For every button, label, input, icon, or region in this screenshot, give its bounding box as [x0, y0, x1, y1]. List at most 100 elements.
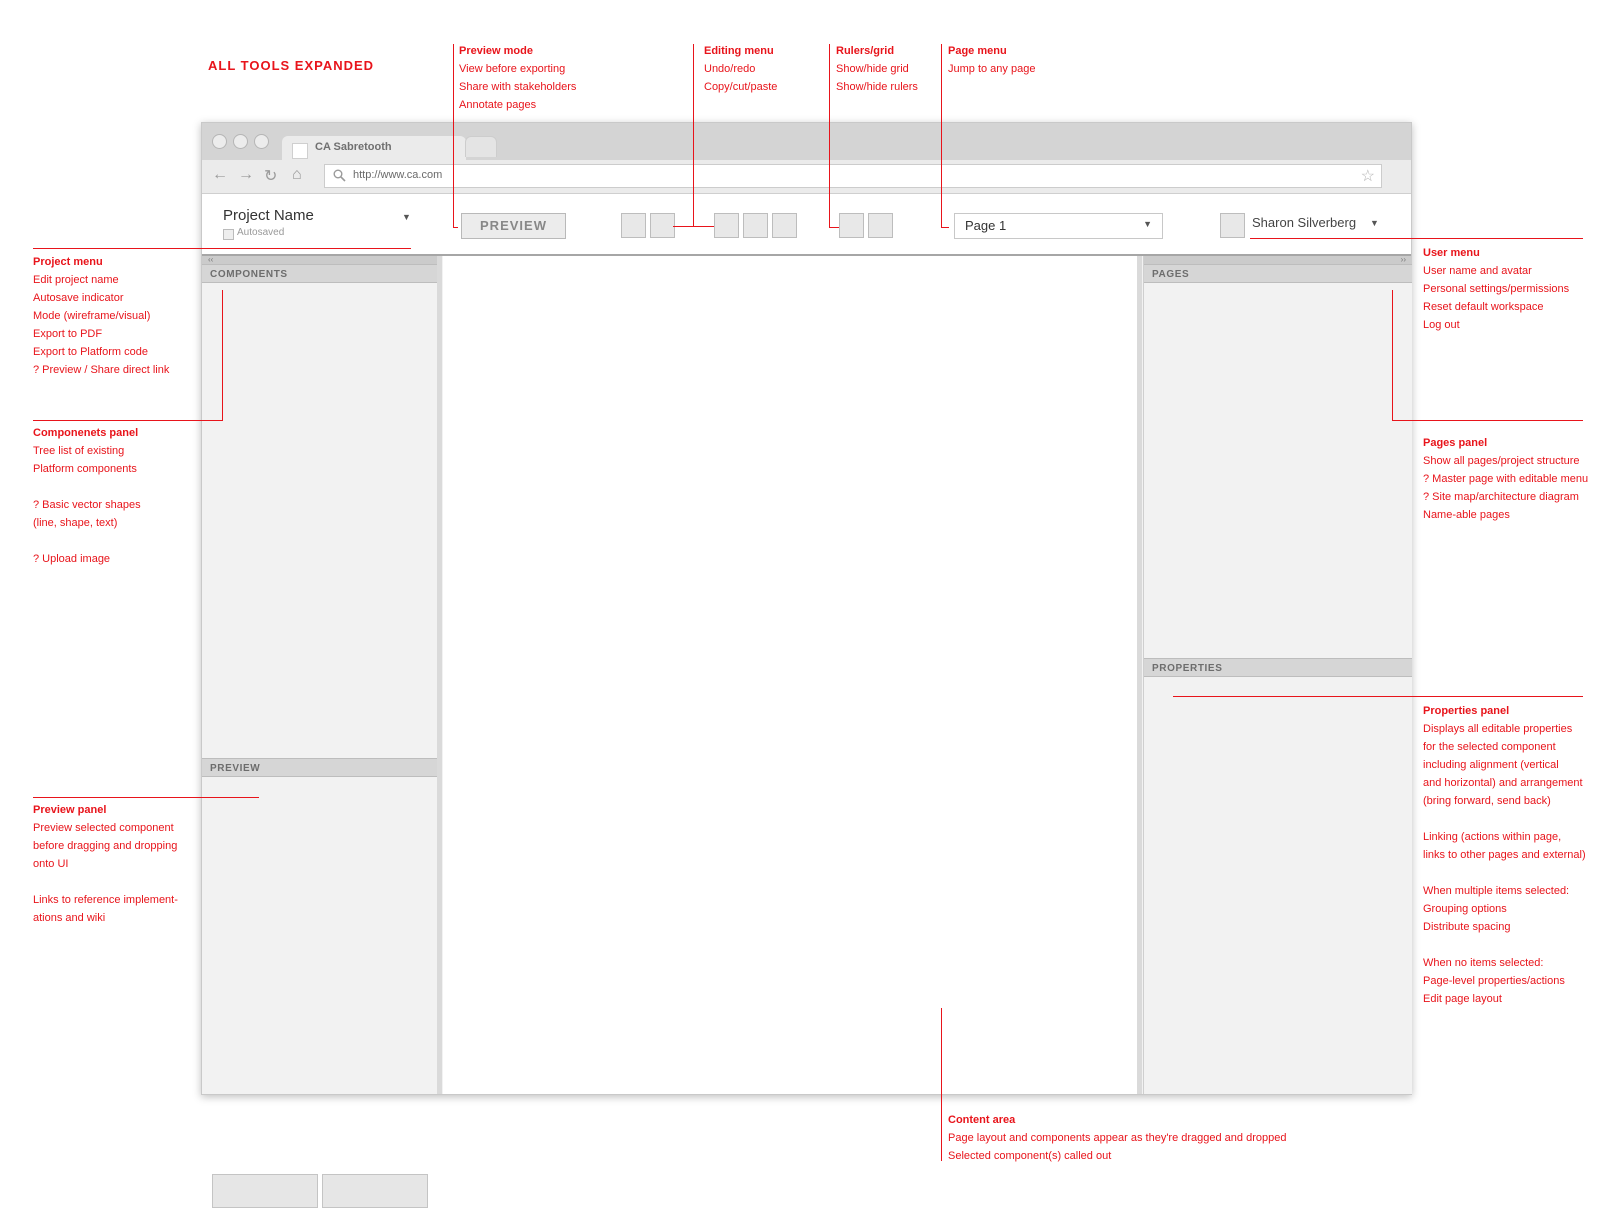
home-icon[interactable]: ⌂ — [292, 166, 302, 184]
annotation-line: Show all pages/project structure — [1423, 455, 1580, 467]
annotation-line: Grouping options — [1423, 903, 1507, 915]
annotation-user-menu: User menu User name and avatar Personal … — [1423, 244, 1569, 334]
copy-button[interactable] — [714, 213, 739, 238]
rulers-toggle-button[interactable] — [868, 213, 893, 238]
right-splitter[interactable] — [1137, 256, 1142, 1094]
reload-icon[interactable]: ↻ — [264, 166, 277, 186]
preview-action-button-2[interactable] — [322, 1174, 428, 1208]
collapse-left-handle[interactable]: ‹‹ — [202, 256, 437, 264]
star-icon[interactable]: ☆ — [1361, 166, 1375, 186]
browser-window: CA Sabretooth ← → ↻ ⌂ http://www.ca.com … — [201, 122, 1412, 1208]
annotation-line: Links to reference implement- — [33, 894, 178, 906]
forward-icon[interactable]: → — [238, 166, 254, 184]
back-icon[interactable]: ← — [212, 166, 228, 184]
avatar[interactable] — [1220, 213, 1245, 238]
favicon-icon — [292, 143, 308, 159]
page-menu-leader-tick — [941, 227, 949, 228]
annotation-preview-mode: Preview mode View before exporting Share… — [459, 42, 576, 114]
annotation-line: Tree list of existing — [33, 445, 125, 457]
annotation-line: Edit project name — [33, 274, 119, 286]
annotation-line — [33, 532, 141, 550]
browser-tab[interactable]: CA Sabretooth — [282, 136, 466, 160]
annotation-line — [1423, 864, 1586, 882]
left-splitter[interactable] — [437, 256, 442, 1094]
annotation-title: User menu — [1423, 247, 1480, 259]
annotation-line: ? Preview / Share direct link — [33, 364, 170, 376]
paste-button[interactable] — [772, 213, 797, 238]
dropdown-caret-icon: ▼ — [1143, 219, 1152, 229]
preview-button[interactable]: PREVIEW — [461, 213, 566, 239]
preview-mode-leader-tick — [453, 227, 458, 228]
annotation-title: Page menu — [948, 45, 1007, 57]
user-name[interactable]: Sharon Silverberg — [1252, 215, 1356, 230]
window-close-button[interactable] — [212, 134, 227, 149]
annotation-line: and horizontal) and arrangement — [1423, 777, 1583, 789]
tab-title: CA Sabretooth — [315, 141, 392, 153]
annotation-line: Platform components — [33, 463, 137, 475]
page-menu-leader — [941, 44, 942, 228]
preview-panel-header[interactable]: PREVIEW — [202, 758, 437, 777]
new-tab-button[interactable] — [465, 136, 497, 157]
pages-panel-header[interactable]: PAGES — [1144, 264, 1412, 283]
search-icon — [333, 169, 346, 182]
preview-action-button-1[interactable] — [212, 1174, 318, 1208]
annotation-project-menu: Project menu Edit project name Autosave … — [33, 253, 169, 379]
project-name[interactable]: Project Name — [223, 207, 314, 224]
annotation-line: Personal settings/permissions — [1423, 283, 1570, 295]
annotation-content-area: Content area Page layout and components … — [948, 1111, 1286, 1165]
right-panel: ›› PAGES PROPERTIES — [1143, 256, 1412, 1094]
annotation-line: User name and avatar — [1423, 265, 1532, 277]
app-header: Project Name ▼ Autosaved PREVIEW Page 1 … — [202, 194, 1411, 256]
content-area[interactable] — [443, 256, 1137, 1094]
annotation-line: onto UI — [33, 858, 69, 870]
annotation-line: Show/hide grid — [836, 63, 909, 75]
annotation-rulers-grid: Rulers/grid Show/hide grid Show/hide rul… — [836, 42, 918, 96]
redo-button[interactable] — [650, 213, 675, 238]
annotation-line: Displays all editable properties — [1423, 723, 1573, 735]
annotation-line: View before exporting — [459, 63, 566, 75]
annotation-line: (bring forward, send back) — [1423, 795, 1551, 807]
undo-button[interactable] — [621, 213, 646, 238]
annotation-line: Selected component(s) called out — [948, 1150, 1112, 1162]
annotation-line: Distribute spacing — [1423, 921, 1511, 933]
url-text: http://www.ca.com — [353, 169, 443, 181]
address-bar[interactable]: http://www.ca.com ☆ — [324, 164, 1382, 188]
components-panel-header[interactable]: COMPONENTS — [202, 264, 437, 283]
window-zoom-button[interactable] — [254, 134, 269, 149]
user-menu-leader — [1250, 238, 1583, 239]
annotation-line — [1423, 936, 1586, 954]
annotation-line: Export to Platform code — [33, 346, 148, 358]
page-select[interactable]: Page 1 ▼ — [954, 213, 1163, 239]
annotation-components-panel: Componenets panel Tree list of existing … — [33, 424, 141, 568]
annotation-line: Mode (wireframe/visual) — [33, 310, 151, 322]
autosave-checkbox — [223, 229, 234, 240]
pages-panel-leader-v — [1392, 290, 1393, 420]
grid-toggle-button[interactable] — [839, 213, 864, 238]
annotation-properties-panel: Properties panel Displays all editable p… — [1423, 702, 1586, 1008]
pages-panel-leader-h — [1392, 420, 1583, 421]
window-minimize-button[interactable] — [233, 134, 248, 149]
annotation-title: Preview mode — [459, 45, 533, 57]
annotation-line: ? Upload image — [33, 553, 111, 565]
browser-nav-bar: ← → ↻ ⌂ http://www.ca.com ☆ — [202, 160, 1411, 194]
dropdown-caret-icon[interactable]: ▼ — [1370, 218, 1379, 228]
annotation-line: Preview selected component — [33, 822, 174, 834]
annotation-line: Jump to any page — [948, 63, 1036, 75]
collapse-right-handle[interactable]: ›› — [1144, 256, 1412, 264]
annotation-line: Undo/redo — [704, 63, 756, 75]
title-bar: CA Sabretooth — [202, 123, 1411, 160]
annotation-title: Editing menu — [704, 45, 774, 57]
annotation-line: Log out — [1423, 319, 1460, 331]
annotation-line: Linking (actions within page, — [1423, 831, 1562, 843]
properties-panel-header[interactable]: PROPERTIES — [1144, 658, 1412, 677]
annotation-line — [1423, 810, 1586, 828]
annotation-line — [33, 873, 178, 891]
annotation-line: before dragging and dropping — [33, 840, 178, 852]
annotation-line: ? Master page with editable menu — [1423, 473, 1589, 485]
cut-button[interactable] — [743, 213, 768, 238]
annotation-line: Page layout and components appear as the… — [948, 1132, 1287, 1144]
annotation-title: Project menu — [33, 256, 103, 268]
dropdown-caret-icon[interactable]: ▼ — [402, 212, 411, 222]
annotation-line: Share with stakeholders — [459, 81, 577, 93]
annotation-line: Show/hide rulers — [836, 81, 918, 93]
